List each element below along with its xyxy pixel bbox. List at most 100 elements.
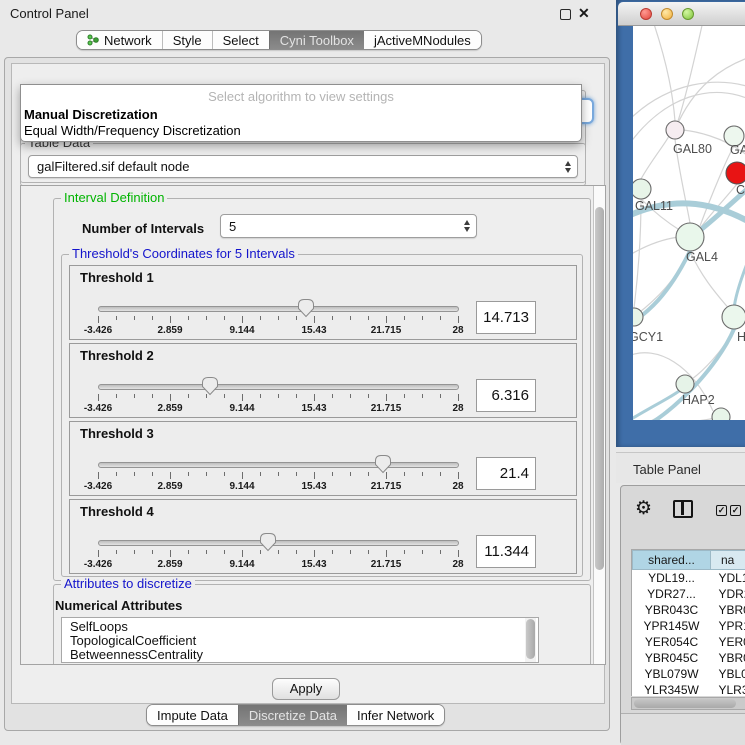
settings-scrollbar-thumb[interactable] xyxy=(595,207,604,570)
table-horizontal-scrollbar-thumb[interactable] xyxy=(634,699,736,708)
table-cell[interactable]: YBR043C xyxy=(633,602,711,618)
table-cell[interactable]: YDR27... xyxy=(633,586,711,602)
attributes-list-scrollbar[interactable] xyxy=(525,618,536,662)
threshold-slider-track[interactable] xyxy=(98,462,459,468)
float-icon[interactable] xyxy=(560,9,571,20)
control-panel: Control Panel ✕ NetworkStyleSelectCyni T… xyxy=(0,0,616,745)
table-cell[interactable]: YER0 xyxy=(711,634,745,650)
number-of-intervals-combobox[interactable]: 5 xyxy=(220,214,477,238)
slider-tick-label: 28 xyxy=(452,559,463,570)
threshold-value-field[interactable]: 14.713 xyxy=(476,301,536,334)
network-node-h[interactable] xyxy=(722,305,745,329)
network-node-gal4[interactable] xyxy=(676,223,704,251)
slider-tick-label: 9.144 xyxy=(229,325,254,336)
slider-ticks xyxy=(98,472,459,480)
tab-label: Impute Data xyxy=(157,708,228,723)
network-node-labels: GAL80GACGAL11GAL4GCY1HHAP2 xyxy=(633,142,745,407)
table-cell[interactable]: YPR145W xyxy=(633,618,711,634)
table-row[interactable]: YBL079WYBL0 xyxy=(633,666,745,682)
table-row[interactable]: YDR27...YDR2 xyxy=(633,586,745,602)
bottom-tab-impute-data[interactable]: Impute Data xyxy=(147,705,238,725)
threshold-row-1: Threshold 1-3.4262.8599.14415.4321.71528… xyxy=(69,265,577,340)
table-row[interactable]: YDL19...YDL1 xyxy=(633,570,745,587)
table-row[interactable]: YBR043CYBR0 xyxy=(633,602,745,618)
table-cell[interactable]: YPR1 xyxy=(711,618,745,634)
table-cell[interactable]: YBL079W xyxy=(633,666,711,682)
dropdown-option-equal-width[interactable]: Equal Width/Frequency Discretization xyxy=(24,123,241,138)
table-cell[interactable]: YDR2 xyxy=(711,586,745,602)
threshold-row-4: Threshold 4-3.4262.8599.14415.4321.71528… xyxy=(69,499,577,574)
table-row[interactable]: YPR145WYPR1 xyxy=(633,618,745,634)
threshold-slider-thumb[interactable] xyxy=(259,532,277,552)
network-node-c[interactable] xyxy=(726,162,745,184)
network-window-titlebar[interactable] xyxy=(618,2,745,26)
network-node-hap2[interactable] xyxy=(676,375,694,393)
slider-tick-labels: -3.4262.8599.14415.4321.71528 xyxy=(98,559,459,571)
table-cell[interactable]: YBR0 xyxy=(711,602,745,618)
tab-label: Style xyxy=(173,33,202,48)
tab-label: Cyni Toolbox xyxy=(280,33,354,48)
bottom-tab-discretize-data[interactable]: Discretize Data xyxy=(238,705,347,725)
threshold-slider-thumb[interactable] xyxy=(374,454,392,474)
node-label: GAL80 xyxy=(673,142,712,156)
network-node[interactable] xyxy=(712,408,730,420)
attributes-group-title: Attributes to discretize xyxy=(61,577,195,590)
tab-style[interactable]: Style xyxy=(162,31,212,49)
minimize-traffic-light-icon[interactable] xyxy=(661,8,673,20)
threshold-slider-thumb[interactable] xyxy=(297,298,315,318)
table-cell[interactable]: YER054C xyxy=(633,634,711,650)
attribute-item-selfloops[interactable]: SelfLoops xyxy=(70,620,538,634)
slider-tick-label: 21.715 xyxy=(371,559,402,570)
tab-cyni-toolbox[interactable]: Cyni Toolbox xyxy=(269,31,364,49)
table-header-row[interactable]: shared...na xyxy=(633,551,745,570)
slider-tick-labels: -3.4262.8599.14415.4321.71528 xyxy=(98,325,459,337)
threshold-value-field[interactable]: 6.316 xyxy=(476,379,536,412)
table-row[interactable]: YLR345WYLR3 xyxy=(633,682,745,696)
threshold-value-field[interactable]: 11.344 xyxy=(476,535,536,568)
table-row[interactable]: YBR045CYBR0 xyxy=(633,650,745,666)
tab-network[interactable]: Network xyxy=(77,31,162,49)
tab-jactivemnodules[interactable]: jActiveMNodules xyxy=(364,31,481,49)
settings-scrollbar[interactable] xyxy=(593,186,605,664)
checkbox-icon[interactable]: ✓ xyxy=(730,505,741,516)
table-cell[interactable]: YLR345W xyxy=(633,682,711,696)
columns-icon[interactable] xyxy=(673,500,693,518)
number-of-intervals-label: Number of Intervals xyxy=(82,221,204,236)
column-header-na[interactable]: na xyxy=(711,551,745,570)
table-cell[interactable]: YBR045C xyxy=(633,650,711,666)
attribute-item-topologicalcoefficient[interactable]: TopologicalCoefficient xyxy=(70,634,538,648)
tab-select[interactable]: Select xyxy=(212,31,269,49)
screen: Control Panel ✕ NetworkStyleSelectCyni T… xyxy=(0,0,745,745)
network-node-gal80[interactable] xyxy=(666,121,684,139)
table-cell[interactable]: YBL0 xyxy=(711,666,745,682)
column-header-shared[interactable]: shared... xyxy=(633,551,711,570)
apply-button[interactable]: Apply xyxy=(272,678,340,700)
checkbox-icon[interactable]: ✓ xyxy=(716,505,727,516)
table-row[interactable]: YER054CYER0 xyxy=(633,634,745,650)
zoom-traffic-light-icon[interactable] xyxy=(682,8,694,20)
table-cell[interactable]: YDL1 xyxy=(711,570,745,587)
network-node-gal11[interactable] xyxy=(633,179,651,199)
slider-tick-label: 15.43 xyxy=(301,325,326,336)
threshold-value-field[interactable]: 21.4 xyxy=(476,457,536,490)
threshold-slider-track[interactable] xyxy=(98,540,459,546)
table-data-combobox[interactable]: galFiltered.sif default node xyxy=(28,155,578,178)
close-icon[interactable]: ✕ xyxy=(578,5,590,22)
table-cell[interactable]: YLR3 xyxy=(711,682,745,696)
threshold-slider-track[interactable] xyxy=(98,384,459,390)
threshold-slider-thumb[interactable] xyxy=(201,376,219,396)
table-cell[interactable]: YDL19... xyxy=(633,570,711,587)
close-traffic-light-icon[interactable] xyxy=(640,8,652,20)
attribute-item-betweennesscentrality[interactable]: BetweennessCentrality xyxy=(70,648,538,662)
network-canvas[interactable]: GAL80GACGAL11GAL4GCY1HHAP2 xyxy=(633,26,745,420)
bottom-tab-infer-network[interactable]: Infer Network xyxy=(347,705,444,725)
table-horizontal-scrollbar[interactable] xyxy=(631,697,745,710)
slider-ticks xyxy=(98,550,459,558)
tab-label: Infer Network xyxy=(357,708,434,723)
gear-icon[interactable]: ⚙ xyxy=(635,499,652,519)
tab-label: Network xyxy=(104,33,152,48)
numerical-attributes-list[interactable]: SelfLoopsTopologicalCoefficientBetweenne… xyxy=(61,617,539,663)
dropdown-option-manual-discretization[interactable]: Manual Discretization xyxy=(24,107,158,122)
threshold-slider-track[interactable] xyxy=(98,306,459,312)
table-cell[interactable]: YBR0 xyxy=(711,650,745,666)
